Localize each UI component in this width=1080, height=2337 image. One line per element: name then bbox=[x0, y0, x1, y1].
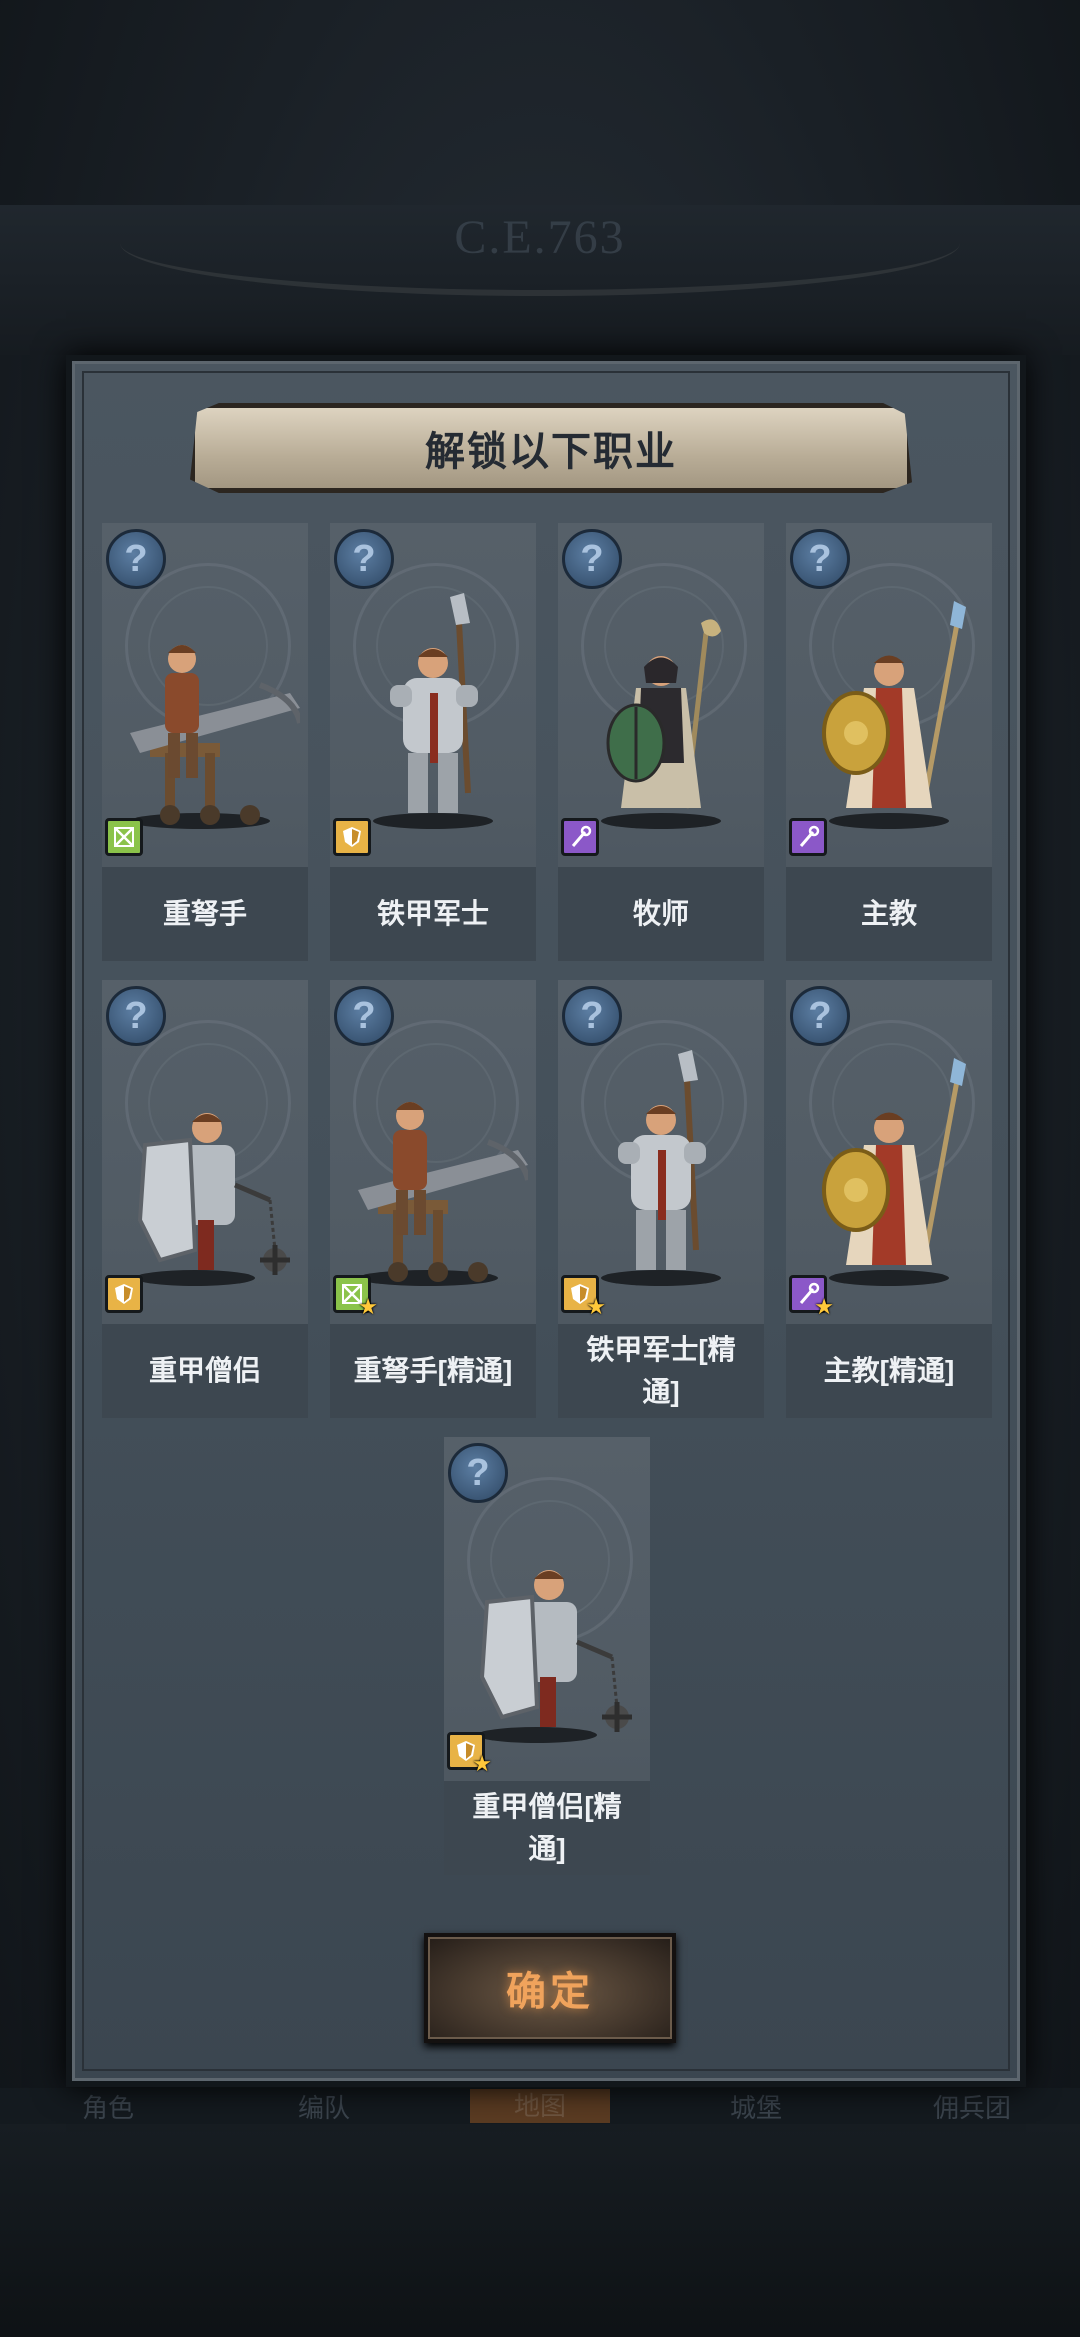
help-icon[interactable]: ? bbox=[106, 529, 166, 589]
class-card[interactable]: ? ★ 重甲僧侣[精通] bbox=[444, 1437, 650, 1875]
class-name: 铁甲军士[精通] bbox=[558, 1324, 764, 1418]
class-card[interactable]: ? 重弩手 bbox=[102, 523, 308, 961]
help-icon[interactable]: ? bbox=[790, 529, 850, 589]
shield-icon: ★ bbox=[447, 1732, 492, 1775]
unit-portrait bbox=[338, 593, 528, 833]
class-name: 重甲僧侣 bbox=[102, 1324, 308, 1418]
class-name: 重甲僧侣[精通] bbox=[444, 1781, 650, 1875]
crossbow-icon: ★ bbox=[333, 1275, 378, 1318]
help-icon[interactable]: ? bbox=[562, 529, 622, 589]
mastery-star-icon: ★ bbox=[358, 1294, 378, 1319]
class-name: 铁甲军士 bbox=[330, 867, 536, 961]
confirm-button-label: 确定 bbox=[506, 1970, 594, 2014]
unit-portrait bbox=[110, 593, 303, 833]
class-name: 主教[精通] bbox=[786, 1324, 992, 1418]
class-card[interactable]: ? ★ 主教[精通] bbox=[786, 980, 992, 1418]
unit-portrait bbox=[452, 1507, 642, 1747]
bottom-nav-item: 角色 bbox=[81, 2092, 134, 2123]
class-name: 主教 bbox=[786, 867, 992, 961]
bottom-nav-item: 地图 bbox=[470, 2089, 610, 2123]
background-ground bbox=[0, 2124, 1080, 2337]
unit-portrait bbox=[794, 593, 984, 833]
title-banner: 解锁以下职业 bbox=[190, 403, 912, 493]
mastery-star-icon: ★ bbox=[586, 1294, 606, 1319]
help-icon[interactable]: ? bbox=[334, 529, 394, 589]
class-card[interactable]: ? 重甲僧侣 bbox=[102, 980, 308, 1418]
unlock-dialog: 解锁以下职业 ? 重弩手 ? 铁甲军士 ? 牧师 ? 主教 ? 重甲僧侣 ? ★… bbox=[66, 355, 1026, 2087]
class-card[interactable]: ? ★ 铁甲军士[精通] bbox=[558, 980, 764, 1418]
unit-portrait bbox=[566, 1050, 756, 1290]
unit-portrait bbox=[110, 1050, 300, 1290]
crossbow-icon bbox=[105, 818, 143, 856]
shield-icon bbox=[333, 818, 371, 856]
help-icon[interactable]: ? bbox=[448, 1443, 508, 1503]
staff-icon bbox=[561, 818, 599, 856]
mastery-star-icon: ★ bbox=[814, 1294, 834, 1319]
mastery-star-icon: ★ bbox=[472, 1751, 492, 1776]
unit-portrait bbox=[566, 593, 756, 833]
bottom-nav-item: 编队 bbox=[297, 2092, 350, 2123]
class-name: 牧师 bbox=[558, 867, 764, 961]
background-era-label: C.E.763 bbox=[454, 211, 626, 264]
help-icon[interactable]: ? bbox=[106, 986, 166, 1046]
help-icon[interactable]: ? bbox=[334, 986, 394, 1046]
confirm-button[interactable]: 确定 bbox=[424, 1933, 676, 2043]
help-icon[interactable]: ? bbox=[562, 986, 622, 1046]
class-card[interactable]: ? 铁甲军士 bbox=[330, 523, 536, 961]
class-name: 重弩手 bbox=[102, 867, 308, 961]
class-name: 重弩手[精通] bbox=[330, 1324, 536, 1418]
staff-icon bbox=[789, 818, 827, 856]
class-card[interactable]: ? ★ 重弩手[精通] bbox=[330, 980, 536, 1418]
unit-portrait bbox=[338, 1050, 531, 1290]
staff-icon: ★ bbox=[789, 1275, 834, 1318]
background-bottom-nav: 角色 编队 地图 城堡 佣兵团 bbox=[0, 2088, 1080, 2124]
bottom-nav-item: 城堡 bbox=[729, 2092, 782, 2123]
shield-icon bbox=[105, 1275, 143, 1313]
unit-portrait bbox=[794, 1050, 984, 1290]
class-card[interactable]: ? 主教 bbox=[786, 523, 992, 961]
bottom-nav-item: 佣兵团 bbox=[932, 2092, 1011, 2123]
help-icon[interactable]: ? bbox=[790, 986, 850, 1046]
dialog-title: 解锁以下职业 bbox=[425, 430, 677, 474]
shield-icon: ★ bbox=[561, 1275, 606, 1318]
class-card[interactable]: ? 牧师 bbox=[558, 523, 764, 961]
